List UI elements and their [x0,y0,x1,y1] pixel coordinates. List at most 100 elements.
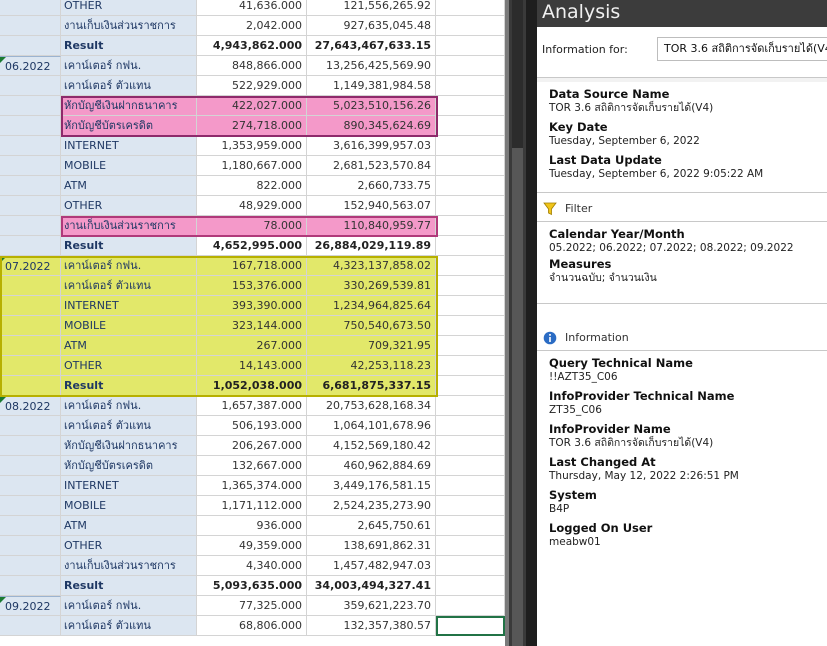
amount-cell[interactable]: 460,962,884.69 [307,456,436,476]
table-row[interactable]: 08.2022 เคาน์เตอร์ กฟน. 1,657,387.000 20,75… [0,396,505,416]
category-cell[interactable]: เคาน์เตอร์ กฟน. [61,256,197,276]
empty-cell[interactable] [436,416,505,436]
period-cell[interactable] [0,616,61,636]
empty-cell[interactable] [436,216,505,236]
table-row[interactable]: OTHER 48,929.000 152,940,563.07 [0,196,505,216]
period-cell[interactable] [0,516,61,536]
table-row[interactable]: หักบัญชีเงินฝากธนาคาร 206,267.000 4,152,56… [0,436,505,456]
period-cell[interactable] [0,376,61,396]
count-cell[interactable]: 68,806.000 [197,616,307,636]
period-cell[interactable] [0,16,61,36]
category-cell[interactable]: INTERNET [61,476,197,496]
category-cell[interactable]: OTHER [61,196,197,216]
amount-cell[interactable]: 20,753,628,168.34 [307,396,436,416]
category-cell[interactable]: เคาน์เตอร์ กฟน. [61,56,197,76]
period-cell[interactable] [0,136,61,156]
amount-cell[interactable]: 2,681,523,570.84 [307,156,436,176]
period-cell[interactable] [0,456,61,476]
count-cell[interactable]: 4,943,862.000 [197,36,307,56]
table-row[interactable]: หักบัญชีบัตรเครดิต 132,667.000 460,962,884… [0,456,505,476]
period-cell[interactable] [0,276,61,296]
table-row[interactable]: งานเก็บเงินส่วนราชการ 2,042.000 927,635,04… [0,16,505,36]
amount-cell[interactable]: 6,681,875,337.15 [307,376,436,396]
table-row[interactable]: MOBILE 323,144.000 750,540,673.50 [0,316,505,336]
period-cell[interactable] [0,356,61,376]
period-cell[interactable]: 09.2022 [0,596,61,616]
period-cell[interactable] [0,416,61,436]
table-row[interactable]: 07.2022 เคาน์เตอร์ กฟน. 167,718.000 4,323,1… [0,256,505,276]
table-row[interactable]: OTHER 49,359.000 138,691,862.31 [0,536,505,556]
amount-cell[interactable]: 27,643,467,633.15 [307,36,436,56]
amount-cell[interactable]: 13,256,425,569.90 [307,56,436,76]
count-cell[interactable]: 78.000 [197,216,307,236]
count-cell[interactable]: 167,718.000 [197,256,307,276]
category-cell[interactable]: OTHER [61,356,197,376]
category-cell[interactable]: เคาน์เตอร์ ตัวแทน [61,416,197,436]
table-row[interactable]: ATM 822.000 2,660,733.75 [0,176,505,196]
empty-cell[interactable] [436,476,505,496]
period-cell[interactable] [0,96,61,116]
empty-cell[interactable] [436,96,505,116]
result-row[interactable]: Result 4,652,995.000 26,884,029,119.89 [0,236,505,256]
empty-cell[interactable] [436,0,505,16]
category-cell[interactable]: INTERNET [61,136,197,156]
category-cell[interactable]: หักบัญชีเงินฝากธนาคาร [61,436,197,456]
empty-cell[interactable] [436,616,505,636]
empty-cell[interactable] [436,56,505,76]
category-cell[interactable]: เคาน์เตอร์ ตัวแทน [61,616,197,636]
category-cell[interactable]: MOBILE [61,316,197,336]
count-cell[interactable]: 1,052,038.000 [197,376,307,396]
period-cell[interactable] [0,156,61,176]
amount-cell[interactable]: 330,269,539.81 [307,276,436,296]
empty-cell[interactable] [436,256,505,276]
count-cell[interactable]: 77,325.000 [197,596,307,616]
amount-cell[interactable]: 132,357,380.57 [307,616,436,636]
empty-cell[interactable] [436,36,505,56]
amount-cell[interactable]: 359,621,223.70 [307,596,436,616]
count-cell[interactable]: 323,144.000 [197,316,307,336]
amount-cell[interactable]: 2,660,733.75 [307,176,436,196]
table-row[interactable]: เคาน์เตอร์ ตัวแทน 506,193.000 1,064,101,67… [0,416,505,436]
table-row[interactable]: INTERNET 1,365,374.000 3,449,176,581.15 [0,476,505,496]
period-cell[interactable] [0,496,61,516]
empty-cell[interactable] [436,16,505,36]
empty-cell[interactable] [436,196,505,216]
empty-cell[interactable] [436,316,505,336]
count-cell[interactable]: 2,042.000 [197,16,307,36]
empty-cell[interactable] [436,496,505,516]
empty-cell[interactable] [436,376,505,396]
count-cell[interactable]: 1,657,387.000 [197,396,307,416]
table-row[interactable]: OTHER 41,636.000 121,556,265.92 [0,0,505,16]
category-cell[interactable]: งานเก็บเงินส่วนราชการ [61,216,197,236]
scrollbar-thumb[interactable] [512,148,523,646]
amount-cell[interactable]: 121,556,265.92 [307,0,436,16]
category-cell[interactable]: Result [61,576,197,596]
period-cell[interactable] [0,76,61,96]
count-cell[interactable]: 1,171,112.000 [197,496,307,516]
amount-cell[interactable]: 2,645,750.61 [307,516,436,536]
empty-cell[interactable] [436,76,505,96]
table-row[interactable]: เคาน์เตอร์ ตัวแทน 68,806.000 132,357,380.5… [0,616,505,636]
period-cell[interactable] [0,36,61,56]
table-row[interactable]: เคาน์เตอร์ ตัวแทน 153,376.000 330,269,539.… [0,276,505,296]
period-cell[interactable] [0,536,61,556]
table-row[interactable]: INTERNET 1,353,959.000 3,616,399,957.03 [0,136,505,156]
amount-cell[interactable]: 2,524,235,273.90 [307,496,436,516]
spreadsheet-grid[interactable]: OTHER 41,636.000 121,556,265.92 งานเก็บเงิน… [0,0,505,646]
empty-cell[interactable] [436,176,505,196]
category-cell[interactable]: เคาน์เตอร์ กฟน. [61,596,197,616]
period-cell[interactable] [0,576,61,596]
empty-cell[interactable] [436,276,505,296]
amount-cell[interactable]: 42,253,118.23 [307,356,436,376]
category-cell[interactable]: INTERNET [61,296,197,316]
category-cell[interactable]: Result [61,376,197,396]
period-cell[interactable] [0,476,61,496]
table-row[interactable]: ATM 267.000 709,321.95 [0,336,505,356]
result-row[interactable]: Result 4,943,862.000 27,643,467,633.15 [0,36,505,56]
count-cell[interactable]: 267.000 [197,336,307,356]
period-cell[interactable] [0,216,61,236]
category-cell[interactable]: เคาน์เตอร์ ตัวแทน [61,276,197,296]
empty-cell[interactable] [436,296,505,316]
empty-cell[interactable] [436,116,505,136]
table-row[interactable]: MOBILE 1,180,667.000 2,681,523,570.84 [0,156,505,176]
